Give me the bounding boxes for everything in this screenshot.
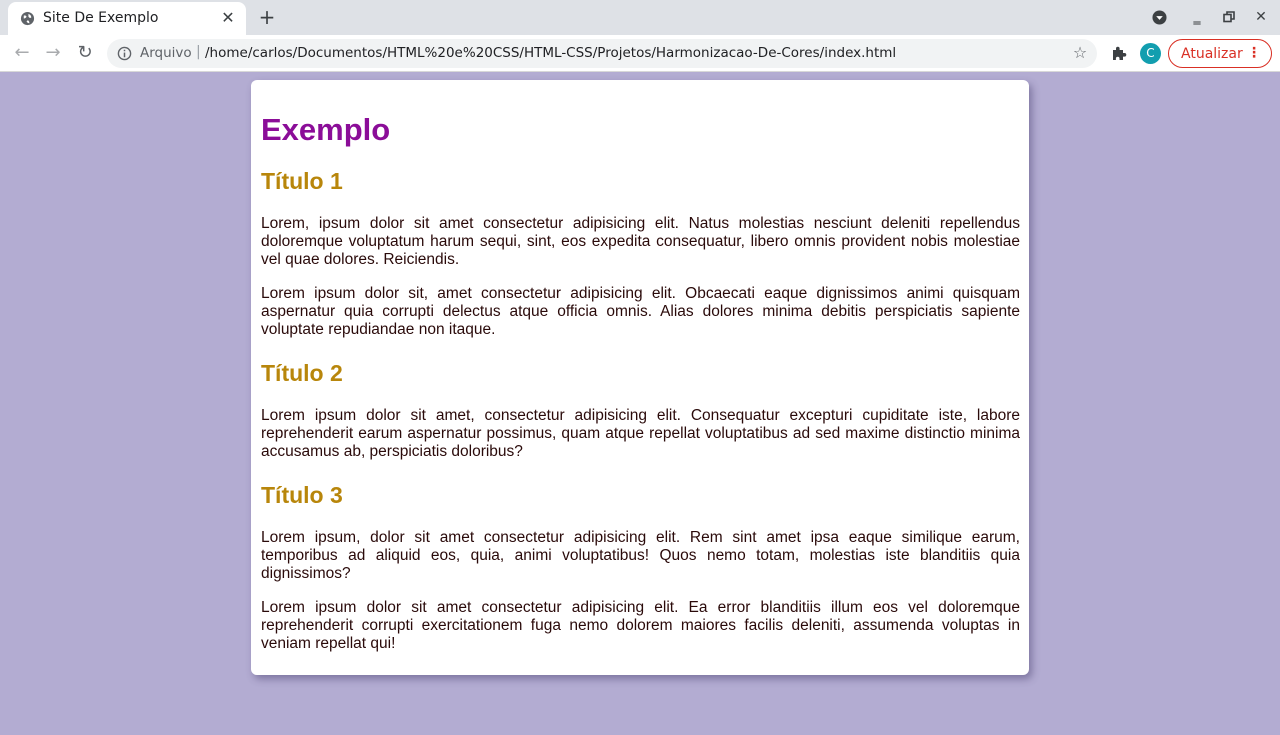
update-button[interactable]: Atualizar ⋮ — [1168, 39, 1272, 68]
paragraph: Lorem ipsum dolor sit, amet consectetur … — [261, 285, 1020, 338]
avatar[interactable]: C — [1140, 43, 1161, 64]
paragraph: Lorem ipsum dolor sit amet, consectetur … — [261, 407, 1020, 460]
section-title-1: Título 1 — [261, 168, 343, 194]
paragraph: Lorem, ipsum dolor sit amet consectetur … — [261, 215, 1020, 268]
tab-active[interactable]: Site De Exemplo ✕ — [8, 2, 246, 35]
url-separator: | — [196, 44, 201, 60]
back-arrow-icon[interactable]: ← — [12, 43, 32, 63]
browser-toolbar: ← → ↻ Arquivo | /home/carlos/Documentos/… — [0, 35, 1280, 72]
url-text[interactable]: /home/carlos/Documentos/HTML%20e%20CSS/H… — [205, 45, 896, 61]
tab-strip: Site De Exemplo ✕ + ‗ ✕ — [0, 0, 1280, 35]
restore-icon[interactable] — [1223, 11, 1235, 23]
section-title-3: Título 3 — [261, 482, 343, 508]
minimize-icon[interactable]: ‗ — [1188, 8, 1206, 26]
window-close-icon[interactable]: ✕ — [1252, 8, 1270, 26]
section-title-2: Título 2 — [261, 360, 343, 386]
media-icon[interactable] — [1152, 10, 1167, 25]
forward-arrow-icon[interactable]: → — [43, 43, 63, 63]
close-icon[interactable]: ✕ — [219, 9, 237, 27]
content-card: Exemplo Título 1 Lorem, ipsum dolor sit … — [251, 80, 1029, 675]
star-icon[interactable]: ☆ — [1071, 44, 1089, 62]
reload-icon[interactable]: ↻ — [75, 43, 95, 63]
puzzle-icon[interactable] — [1110, 44, 1128, 62]
kebab-menu-icon: ⋮ — [1247, 45, 1261, 61]
address-bar[interactable]: Arquivo | /home/carlos/Documentos/HTML%2… — [107, 39, 1097, 68]
plus-icon[interactable]: + — [257, 7, 277, 27]
globe-icon — [20, 11, 35, 26]
url-scheme-label: Arquivo — [140, 45, 192, 61]
paragraph: Lorem ipsum dolor sit amet consectetur a… — [261, 599, 1020, 652]
paragraph: Lorem ipsum, dolor sit amet consectetur … — [261, 529, 1020, 582]
page-title: Exemplo — [261, 112, 391, 147]
info-icon[interactable] — [117, 46, 132, 61]
tab-title: Site De Exemplo — [43, 10, 159, 26]
update-button-label: Atualizar — [1181, 46, 1243, 62]
